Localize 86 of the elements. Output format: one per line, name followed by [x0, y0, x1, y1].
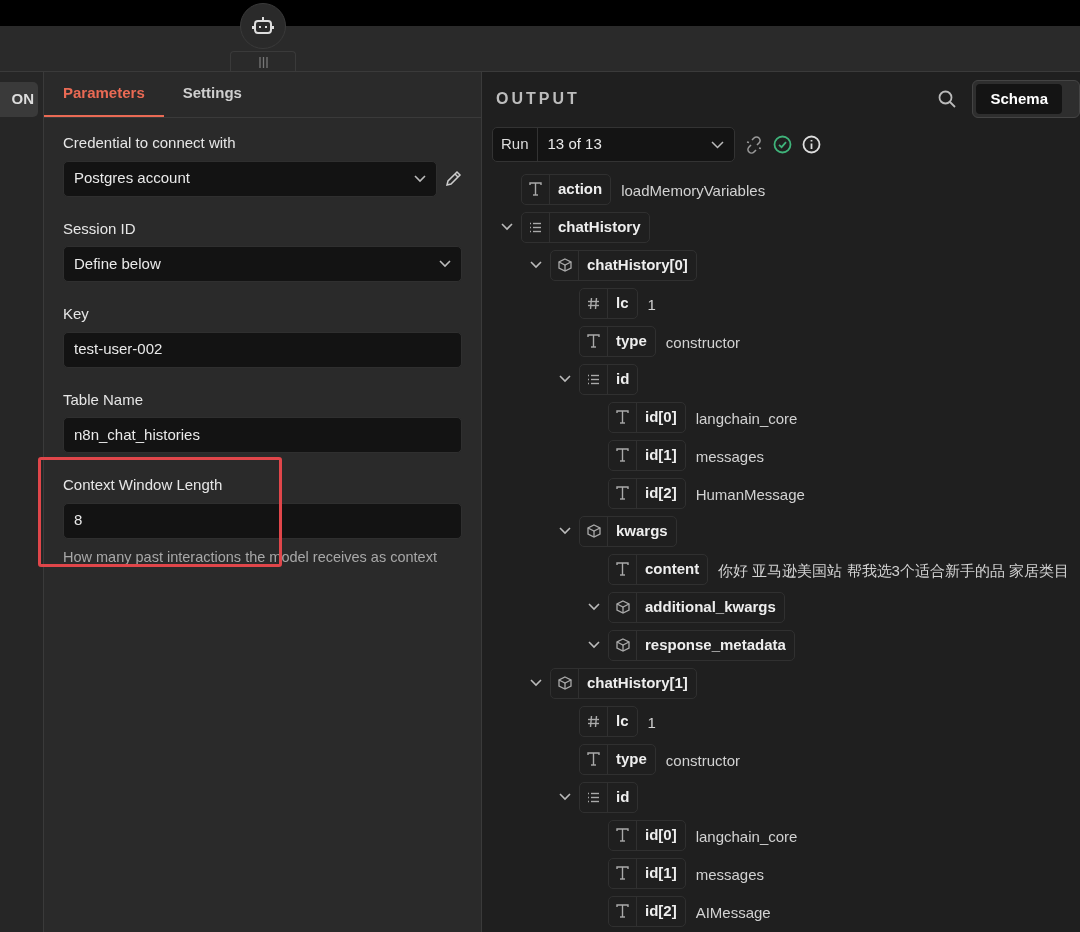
tab[interactable]: Parameters — [44, 72, 164, 117]
schema-field-pill[interactable]: type — [579, 325, 656, 357]
chevron-down-icon[interactable] — [558, 527, 571, 535]
pencil-icon[interactable] — [445, 170, 462, 187]
field-value: AIMessage — [695, 902, 771, 923]
text-type-icon — [529, 182, 542, 196]
field-value: constructor — [665, 332, 741, 353]
schema-field-pill[interactable]: id[1] — [608, 439, 686, 471]
field-value: langchain_core — [695, 408, 798, 429]
field-label: Table Name — [63, 389, 145, 410]
chevron-down-icon[interactable] — [500, 223, 513, 231]
schema-field-pill[interactable]: content — [608, 553, 709, 585]
list-icon — [529, 221, 542, 233]
input-field[interactable]: test-user-002 — [63, 331, 462, 368]
field-value: HumanMessage — [695, 484, 805, 505]
schema-field-pill[interactable]: additional_kwargs — [608, 591, 785, 623]
field-value: loadMemoryVariables — [621, 180, 766, 201]
tab[interactable]: Settings — [163, 72, 261, 117]
field-label: Context Window Length — [63, 475, 224, 495]
text-type-icon — [587, 334, 600, 348]
field-label: Credential to connect with — [63, 133, 237, 153]
select-field[interactable]: Define below — [63, 246, 462, 282]
list-icon — [587, 373, 600, 385]
input-field[interactable]: n8n_chat_histories — [63, 417, 462, 453]
chevron-down-icon[interactable] — [558, 375, 571, 383]
schema-field-pill[interactable]: id[1] — [608, 857, 686, 889]
text-type-icon — [616, 562, 629, 576]
schema-field-pill[interactable]: id — [579, 363, 639, 395]
panel-title: OUTPUT — [496, 89, 580, 109]
text-type-icon — [616, 410, 629, 424]
check-circle-icon — [773, 135, 792, 154]
text-type-icon — [616, 904, 629, 918]
cube-icon — [615, 600, 630, 614]
run-selector[interactable]: Run 13 of 13 — [492, 127, 735, 162]
schema-field-pill[interactable]: id[2] — [608, 895, 686, 927]
field-value: 1 — [647, 294, 656, 315]
grip-icon — [258, 56, 268, 68]
schema-field-pill[interactable]: chatHistory — [521, 211, 650, 243]
chevron-down-icon[interactable] — [587, 641, 600, 649]
unlink-icon[interactable] — [745, 135, 763, 154]
chevron-down-icon[interactable] — [414, 174, 426, 183]
view-tab[interactable]: Schema — [976, 84, 1062, 114]
chevron-down-icon[interactable] — [558, 793, 571, 801]
text-type-icon — [616, 828, 629, 842]
schema-field-pill[interactable]: type — [579, 743, 656, 775]
cube-icon — [586, 524, 601, 538]
field-label: Key — [63, 304, 90, 324]
chevron-down-icon[interactable] — [587, 603, 600, 611]
field-label: Session ID — [63, 218, 137, 239]
field-value: messages — [695, 446, 765, 467]
field-value: 你好 亚马逊美国站 帮我选3个适合新手的品 家居类目 — [718, 560, 1070, 581]
text-type-icon — [616, 486, 629, 500]
robot-icon — [252, 16, 274, 36]
field-value: langchain_core — [695, 826, 798, 847]
text-type-icon — [616, 866, 629, 880]
cube-icon — [557, 258, 572, 272]
hash-icon — [587, 296, 600, 310]
side-button[interactable]: ON — [0, 82, 38, 117]
chevron-down-icon[interactable] — [529, 679, 542, 687]
schema-field-pill[interactable]: action — [521, 173, 612, 205]
field-value: messages — [695, 864, 765, 885]
input-field[interactable]: 8 — [63, 502, 462, 539]
list-icon — [587, 791, 600, 803]
schema-field-pill[interactable]: kwargs — [579, 515, 677, 547]
schema-field-pill[interactable]: chatHistory[1] — [550, 667, 697, 699]
hash-icon — [587, 714, 600, 728]
info-icon[interactable] — [802, 135, 821, 154]
schema-field-pill[interactable]: lc — [579, 705, 638, 737]
chevron-down-icon — [711, 140, 724, 149]
chevron-down-icon[interactable] — [439, 260, 451, 268]
search-icon[interactable] — [938, 90, 957, 108]
schema-field-pill[interactable]: chatHistory[0] — [550, 249, 697, 281]
cube-icon — [615, 638, 630, 652]
schema-field-pill[interactable]: id[0] — [608, 401, 686, 433]
cube-icon — [557, 676, 572, 690]
schema-field-pill[interactable]: id — [579, 781, 639, 813]
field-value: constructor — [665, 750, 741, 771]
chevron-down-icon[interactable] — [529, 261, 542, 269]
schema-field-pill[interactable]: id[2] — [608, 477, 686, 509]
schema-field-pill[interactable]: lc — [579, 287, 638, 319]
text-type-icon — [587, 752, 600, 766]
schema-field-pill[interactable]: id[0] — [608, 819, 686, 851]
field-value: 1 — [647, 712, 656, 733]
text-type-icon — [616, 448, 629, 462]
select-field[interactable]: Postgres account — [63, 160, 437, 197]
schema-field-pill[interactable]: response_metadata — [608, 629, 795, 661]
